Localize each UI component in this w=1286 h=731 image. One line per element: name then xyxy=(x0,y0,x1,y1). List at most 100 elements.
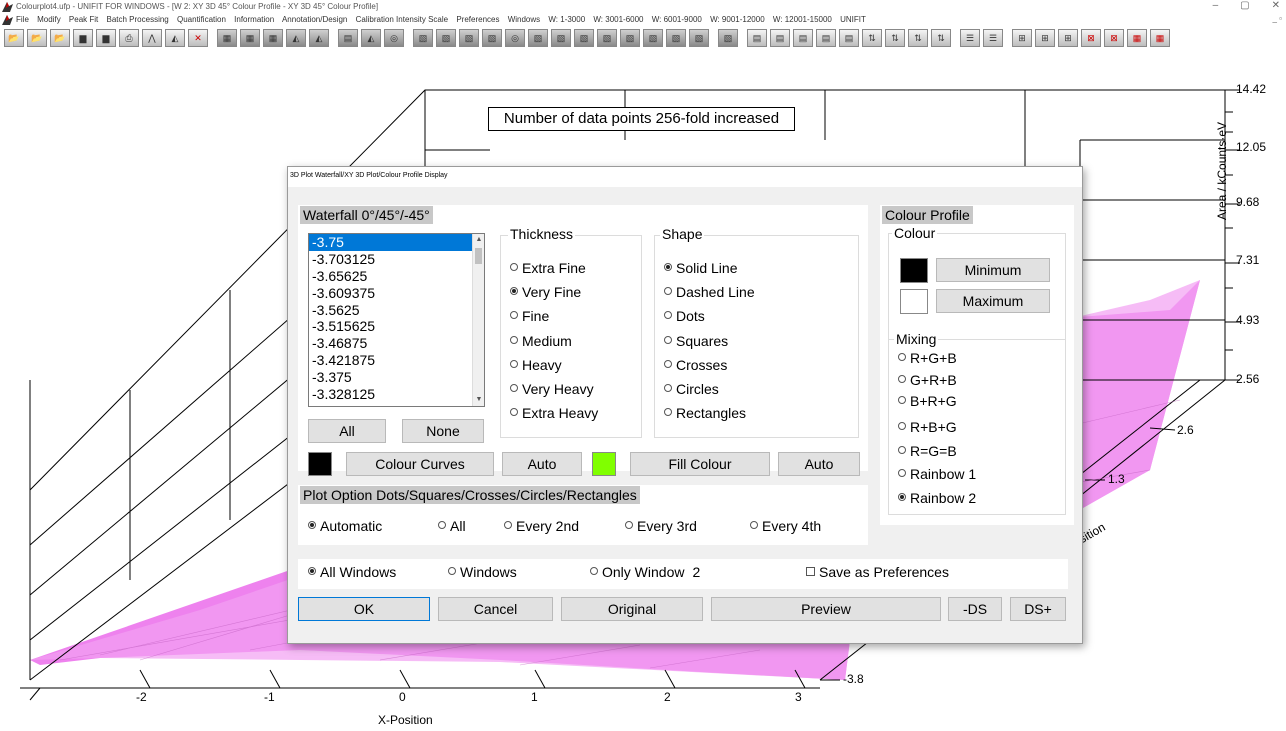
tool-icon-39[interactable]: ⇅ xyxy=(908,29,928,47)
menu-unifit[interactable]: UNIFIT xyxy=(840,15,866,24)
thickness-extra-fine-radio[interactable]: Extra Fine xyxy=(510,260,586,276)
tool-icon-16[interactable]: ◭ xyxy=(361,29,381,47)
fill-colour-button[interactable]: Fill Colour xyxy=(630,452,770,476)
list-item[interactable]: -3.421875 xyxy=(309,352,484,369)
open-folder-3-icon[interactable]: 📂 xyxy=(50,29,70,47)
print-icon[interactable]: ⎙ xyxy=(119,29,139,47)
mixing-rbg-radio[interactable]: R+B+G xyxy=(898,419,957,435)
ds-plus-button[interactable]: DS+ xyxy=(1010,597,1066,621)
thickness-fine-radio[interactable]: Fine xyxy=(510,308,549,324)
tool-icon-10[interactable]: ▦ xyxy=(217,29,237,47)
shape-squares-radio[interactable]: Squares xyxy=(664,333,728,349)
minimum-colour-swatch[interactable] xyxy=(900,258,928,283)
mixing-brg-radio[interactable]: B+R+G xyxy=(898,393,957,409)
menu-file[interactable]: File xyxy=(16,15,29,24)
tool-icon-40[interactable]: ⇅ xyxy=(931,29,951,47)
auto-curves-button[interactable]: Auto xyxy=(502,452,582,476)
grid-icon-5[interactable]: ⊠ xyxy=(1104,29,1124,47)
grid-icon-1[interactable]: ⊞ xyxy=(1012,29,1032,47)
menu-w-1-3000[interactable]: W: 1-3000 xyxy=(548,15,585,24)
tool-icon-36[interactable]: ▤ xyxy=(839,29,859,47)
tool-icon-11[interactable]: ▦ xyxy=(240,29,260,47)
list-item[interactable]: -3.46875 xyxy=(309,335,484,352)
thickness-extra-heavy-radio[interactable]: Extra Heavy xyxy=(510,405,598,421)
tool-icon-27[interactable]: ▧ xyxy=(620,29,640,47)
mixing-r-eq-g-eq-b-radio[interactable]: R=G=B xyxy=(898,443,957,459)
list-item[interactable]: -3.375 xyxy=(309,369,484,386)
scroll-down-icon[interactable]: ▼ xyxy=(473,394,484,406)
mdi-controls[interactable]: _ ▫ xyxy=(1272,14,1282,23)
only-window-number[interactable]: 2 xyxy=(692,564,700,580)
cancel-button[interactable]: Cancel xyxy=(438,597,553,621)
mixing-grb-radio[interactable]: G+R+B xyxy=(898,372,957,388)
minimize-button[interactable]: – xyxy=(1213,0,1219,11)
minus-ds-button[interactable]: -DS xyxy=(948,597,1002,621)
maximize-button[interactable]: ▢ xyxy=(1240,0,1249,11)
tool-icon-33[interactable]: ▤ xyxy=(770,29,790,47)
ok-button[interactable]: OK xyxy=(298,597,430,621)
preview-button[interactable]: Preview xyxy=(711,597,941,621)
none-button[interactable]: None xyxy=(402,419,484,443)
list-item[interactable]: -3.328125 xyxy=(309,386,484,403)
plot-option-automatic-radio[interactable]: Automatic xyxy=(308,518,382,534)
save-icon[interactable]: ▆ xyxy=(73,29,93,47)
mixing-rainbow-1-radio[interactable]: Rainbow 1 xyxy=(898,466,976,482)
thickness-very-fine-radio[interactable]: Very Fine xyxy=(510,284,581,300)
original-button[interactable]: Original xyxy=(561,597,703,621)
grid-icon-4[interactable]: ⊠ xyxy=(1081,29,1101,47)
tool-icon-28[interactable]: ▧ xyxy=(643,29,663,47)
tool-icon-24[interactable]: ▧ xyxy=(551,29,571,47)
tool-icon-14[interactable]: ◭ xyxy=(309,29,329,47)
curve-colour-swatch[interactable] xyxy=(308,452,332,476)
list-item[interactable]: -3.609375 xyxy=(309,285,484,302)
open-folder-2-icon[interactable]: 📂 xyxy=(27,29,47,47)
only-window-radio[interactable]: Only Window 2 xyxy=(590,564,700,580)
minimum-button[interactable]: Minimum xyxy=(936,258,1050,282)
thickness-heavy-radio[interactable]: Heavy xyxy=(510,357,562,373)
maximum-button[interactable]: Maximum xyxy=(936,289,1050,313)
menu-calibration[interactable]: Calibration Intensity Scale xyxy=(356,15,449,24)
menu-windows[interactable]: Windows xyxy=(508,15,540,24)
tool-icon-35[interactable]: ▤ xyxy=(816,29,836,47)
menu-w-12001-15000[interactable]: W: 12001-15000 xyxy=(773,15,832,24)
scroll-up-icon[interactable]: ▲ xyxy=(473,234,484,246)
thickness-medium-radio[interactable]: Medium xyxy=(510,333,572,349)
menu-w-3001-6000[interactable]: W: 3001-6000 xyxy=(593,15,643,24)
auto-fill-button[interactable]: Auto xyxy=(778,452,860,476)
tool-icon-31[interactable]: ▧ xyxy=(718,29,738,47)
colour-curves-button[interactable]: Colour Curves xyxy=(346,452,494,476)
plot-option-every-2nd-radio[interactable]: Every 2nd xyxy=(504,518,579,534)
all-windows-radio[interactable]: All Windows xyxy=(308,564,396,580)
plot-option-every-4th-radio[interactable]: Every 4th xyxy=(750,518,821,534)
menu-w-6001-9000[interactable]: W: 6001-9000 xyxy=(652,15,702,24)
menu-w-9001-12000[interactable]: W: 9001-12000 xyxy=(710,15,765,24)
tool-icon-30[interactable]: ▧ xyxy=(689,29,709,47)
menu-information[interactable]: Information xyxy=(234,15,274,24)
plot-option-every-3rd-radio[interactable]: Every 3rd xyxy=(625,518,697,534)
shape-solid-line-radio[interactable]: Solid Line xyxy=(664,260,738,276)
mixing-rgb-radio[interactable]: R+G+B xyxy=(898,350,957,366)
plot-option-all-radio[interactable]: All xyxy=(438,518,466,534)
list-scrollbar[interactable]: ▲ ▼ xyxy=(472,234,484,406)
list-item[interactable]: -3.65625 xyxy=(309,268,484,285)
grid-icon-6[interactable]: ▦ xyxy=(1127,29,1147,47)
list-item[interactable]: -3.75 xyxy=(309,234,484,251)
plot-annotation[interactable]: Number of data points 256-fold increased xyxy=(488,107,795,131)
spectrum-icon[interactable]: ◭ xyxy=(165,29,185,47)
tool-icon-42[interactable]: ☰ xyxy=(983,29,1003,47)
save-all-icon[interactable]: ▆ xyxy=(96,29,116,47)
thickness-very-heavy-radio[interactable]: Very Heavy xyxy=(510,381,594,397)
all-button[interactable]: All xyxy=(308,419,386,443)
mixing-rainbow-2-radio[interactable]: Rainbow 2 xyxy=(898,490,976,506)
shape-crosses-radio[interactable]: Crosses xyxy=(664,357,727,373)
menu-preferences[interactable]: Preferences xyxy=(456,15,499,24)
close-button[interactable]: ✕ xyxy=(1272,0,1280,11)
shape-circles-radio[interactable]: Circles xyxy=(664,381,719,397)
shape-rectangles-radio[interactable]: Rectangles xyxy=(664,405,746,421)
shape-dots-radio[interactable]: Dots xyxy=(664,308,705,324)
grid-icon-2[interactable]: ⊞ xyxy=(1035,29,1055,47)
tool-icon-18[interactable]: ▧ xyxy=(413,29,433,47)
tool-icon-15[interactable]: ▤ xyxy=(338,29,358,47)
open-folder-icon[interactable]: 📂 xyxy=(4,29,24,47)
tool-icon-34[interactable]: ▤ xyxy=(793,29,813,47)
